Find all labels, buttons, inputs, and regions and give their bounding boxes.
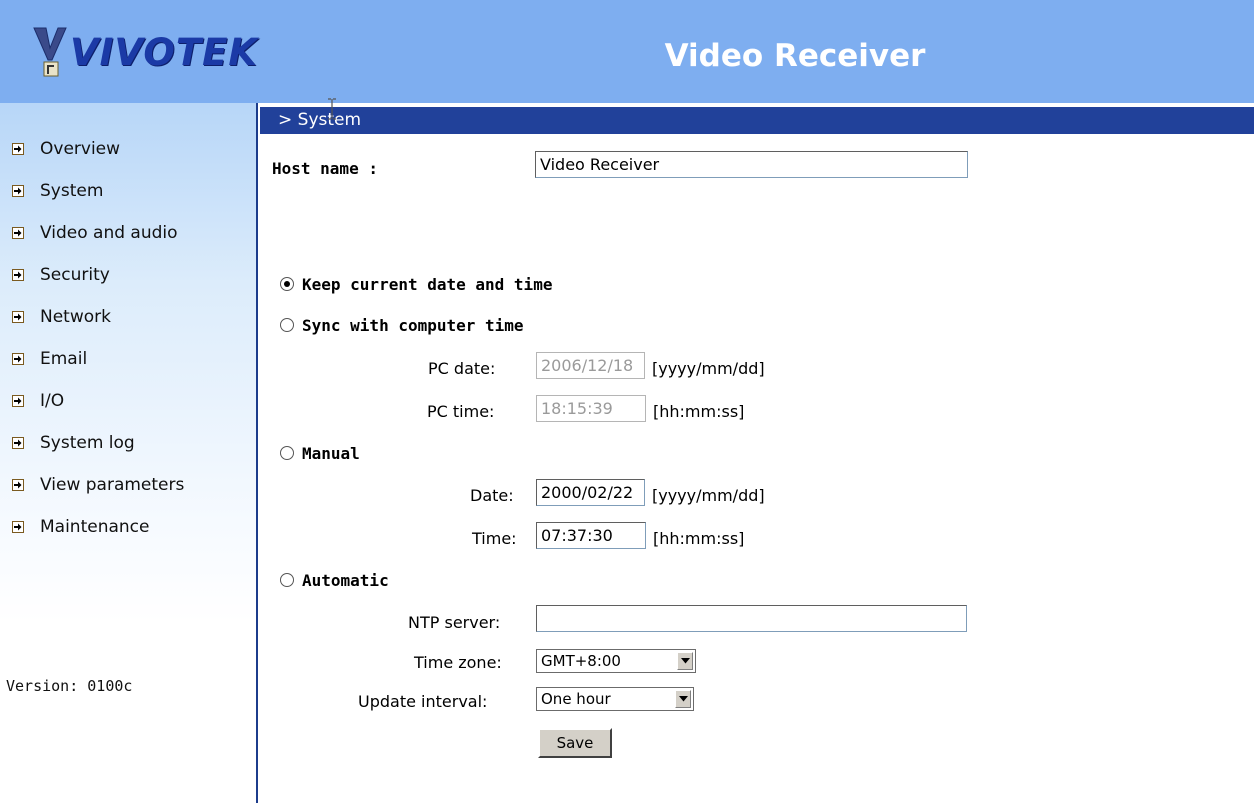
ntp-server-label: NTP server: — [408, 613, 501, 632]
date-format: [yyyy/mm/dd] — [652, 486, 765, 505]
pc-time-label: PC time: — [427, 402, 495, 421]
host-name-input[interactable]: Video Receiver — [535, 151, 968, 178]
logo-mark-icon — [32, 26, 68, 78]
header-banner: VIVOTEK Video Receiver — [0, 0, 1254, 103]
arrow-right-icon — [12, 311, 24, 323]
keep-current-label: Keep current date and time — [302, 275, 553, 294]
time-zone-value: GMT+8:00 — [541, 652, 621, 670]
sidebar-item-overview[interactable]: Overview — [12, 137, 120, 161]
section-title: > System — [278, 110, 362, 130]
arrow-right-icon — [12, 353, 24, 365]
host-name-label: Host name : — [272, 159, 378, 178]
keep-current-radio[interactable] — [280, 277, 294, 291]
sidebar-item-label: Overview — [40, 139, 121, 159]
date-label: Date: — [470, 486, 514, 505]
sidebar-item-label: Email — [40, 349, 88, 369]
arrow-right-icon — [12, 479, 24, 491]
automatic-label: Automatic — [302, 571, 389, 590]
date-field[interactable]: 2000/02/22 — [536, 479, 645, 506]
sidebar-item-label: Network — [40, 307, 111, 327]
sidebar-item-security[interactable]: Security — [12, 263, 110, 287]
sync-computer-radio[interactable] — [280, 318, 294, 332]
vivotek-logo: VIVOTEK — [32, 26, 258, 78]
sync-computer-label: Sync with computer time — [302, 316, 524, 335]
sidebar-item-label: System — [40, 181, 104, 201]
logo-text: VIVOTEK — [70, 30, 259, 74]
arrow-right-icon — [12, 521, 24, 533]
ntp-server-input[interactable] — [536, 605, 967, 632]
sidebar-item-label: I/O — [40, 391, 65, 411]
app-title: Video Receiver — [664, 38, 926, 74]
pc-date-field[interactable]: 2006/12/18 — [536, 352, 645, 379]
sidebar-item-io[interactable]: I/O — [12, 389, 64, 413]
time-field[interactable]: 07:37:30 — [536, 522, 646, 549]
time-zone-label: Time zone: — [414, 653, 502, 672]
arrow-right-icon — [12, 143, 24, 155]
sidebar-item-video-and-audio[interactable]: Video and audio — [12, 221, 178, 245]
sidebar-item-label: System log — [40, 433, 135, 453]
save-button[interactable]: Save — [538, 728, 612, 758]
arrow-right-icon — [12, 395, 24, 407]
time-zone-select[interactable]: GMT+8:00 — [536, 649, 696, 673]
pc-date-label: PC date: — [428, 359, 496, 378]
sidebar-item-label: Security — [40, 265, 110, 285]
sidebar-item-label: View parameters — [40, 475, 185, 495]
text-cursor-icon — [328, 98, 336, 120]
pc-time-field[interactable]: 18:15:39 — [536, 395, 646, 422]
sidebar-item-label: Video and audio — [40, 223, 178, 243]
arrow-right-icon — [12, 269, 24, 281]
time-label: Time: — [472, 529, 517, 548]
update-interval-select[interactable]: One hour — [536, 687, 694, 711]
sidebar-item-maintenance[interactable]: Maintenance — [12, 515, 149, 539]
sidebar-item-label: Maintenance — [40, 517, 150, 537]
pc-date-format: [yyyy/mm/dd] — [652, 359, 765, 378]
sidebar-item-network[interactable]: Network — [12, 305, 111, 329]
sidebar: Overview System Video and audio Security… — [0, 103, 258, 803]
sidebar-item-system-log[interactable]: System log — [12, 431, 135, 455]
sidebar-item-view-parameters[interactable]: View parameters — [12, 473, 184, 497]
arrow-right-icon — [12, 227, 24, 239]
automatic-radio[interactable] — [280, 573, 294, 587]
dropdown-arrow-icon[interactable] — [677, 652, 693, 670]
arrow-right-icon — [12, 185, 24, 197]
version-text: Version: 0100c — [6, 677, 133, 695]
manual-radio[interactable] — [280, 446, 294, 460]
section-header-bar: > System — [260, 107, 1254, 134]
time-format: [hh:mm:ss] — [653, 529, 745, 548]
dropdown-arrow-icon[interactable] — [675, 690, 691, 708]
sidebar-item-email[interactable]: Email — [12, 347, 87, 371]
update-interval-value: One hour — [541, 690, 611, 708]
arrow-right-icon — [12, 437, 24, 449]
manual-label: Manual — [302, 444, 360, 463]
update-interval-label: Update interval: — [358, 692, 488, 711]
pc-time-format: [hh:mm:ss] — [653, 402, 745, 421]
sidebar-item-system[interactable]: System — [12, 179, 103, 203]
